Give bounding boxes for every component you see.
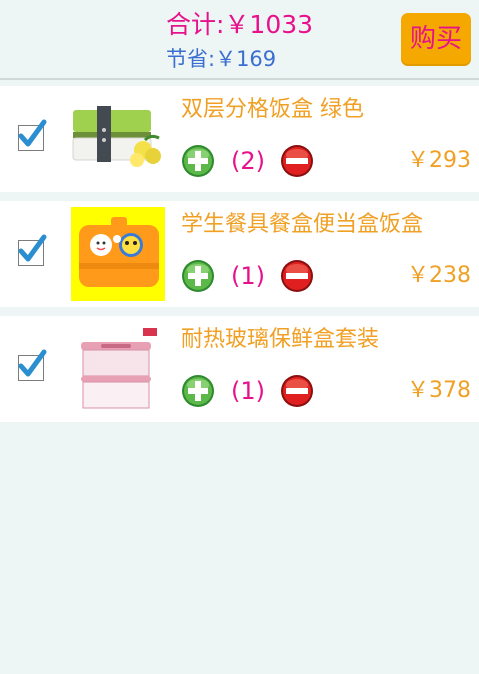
lunchbox-orange-image	[71, 207, 165, 301]
item-price: ￥378	[407, 378, 471, 403]
increase-quantity-button[interactable]	[181, 144, 215, 178]
increase-quantity-button[interactable]	[181, 259, 215, 293]
quantity-value: (1)	[231, 377, 265, 405]
product-name: 学生餐具餐盒便当盒饭盒	[181, 212, 424, 237]
cart-summary-header: 合计:￥1033 节省:￥169 购买	[0, 0, 479, 80]
item-checkbox[interactable]	[18, 119, 47, 151]
decrease-quantity-button[interactable]	[280, 259, 314, 293]
increase-quantity-button[interactable]	[181, 374, 215, 408]
total-price: 合计:￥1033	[166, 10, 314, 39]
decrease-quantity-button[interactable]	[280, 374, 314, 408]
quantity-value: (2)	[231, 147, 265, 175]
product-name: 双层分格饭盒 绿色	[181, 97, 364, 122]
checkmark-icon	[18, 234, 47, 262]
item-price: ￥238	[407, 263, 471, 288]
saved-amount: 节省:￥169	[166, 47, 277, 71]
decrease-quantity-button[interactable]	[280, 144, 314, 178]
item-checkbox[interactable]	[18, 349, 47, 381]
checkmark-icon	[18, 119, 47, 147]
quantity-value: (1)	[231, 262, 265, 290]
checkmark-icon	[18, 349, 47, 377]
item-checkbox[interactable]	[18, 234, 47, 266]
glass-container-image	[71, 322, 165, 416]
buy-button[interactable]: 购买	[401, 13, 471, 66]
product-name: 耐热玻璃保鲜盒套装	[181, 327, 380, 352]
cart-item: 学生餐具餐盒便当盒饭盒 (1) ￥238	[0, 201, 479, 307]
cart-item: 耐热玻璃保鲜盒套装 (1) ￥378	[0, 316, 479, 422]
item-price: ￥293	[407, 148, 471, 173]
cart-item: 双层分格饭盒 绿色 (2) ￥293	[0, 86, 479, 192]
lunchbox-green-image	[71, 92, 165, 186]
